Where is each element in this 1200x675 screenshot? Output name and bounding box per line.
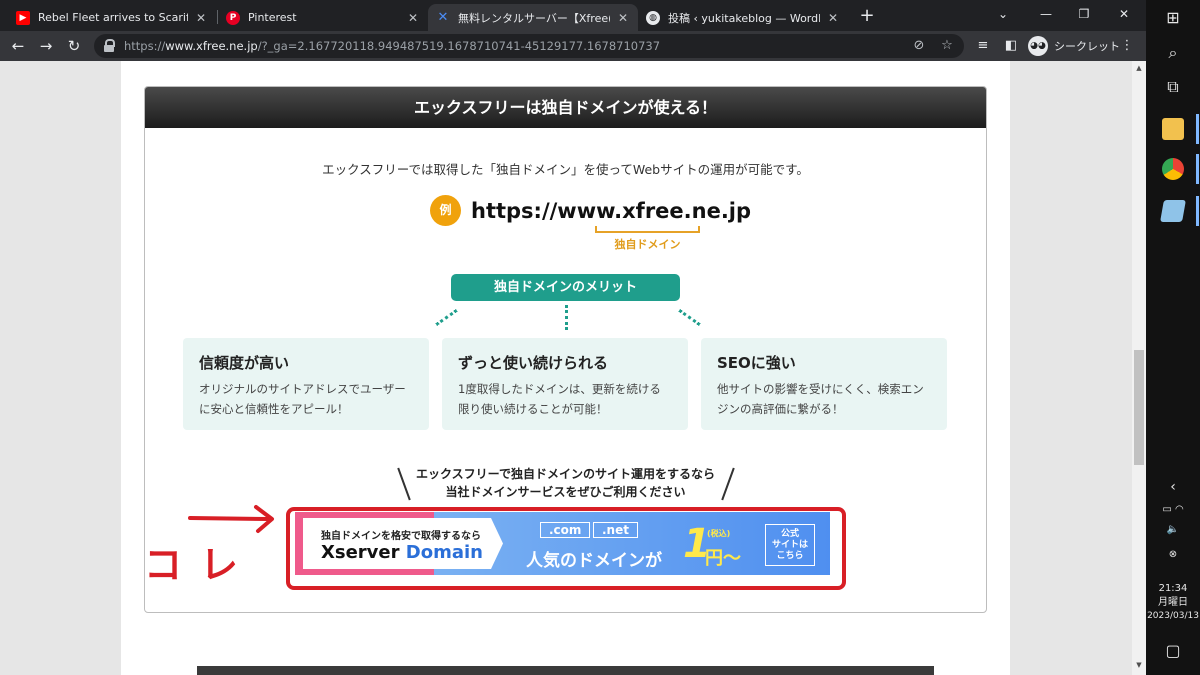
merit-heading: 独自ドメインのメリット <box>451 274 680 301</box>
restore-icon[interactable]: ❐ <box>1066 4 1102 24</box>
clock-time[interactable]: 21:34 <box>1146 582 1200 595</box>
close-icon[interactable]: ✕ <box>826 11 840 25</box>
minimize-icon[interactable]: — <box>1028 4 1064 24</box>
scroll-down-icon[interactable]: ▼ <box>1132 661 1146 669</box>
running-indicator <box>1196 154 1199 184</box>
tab-title: 無料レンタルサーバー【Xfree(エックスフリー)】 <box>458 11 610 25</box>
tab-pinterest[interactable]: P Pinterest ✕ <box>218 4 428 31</box>
example-badge: 例 <box>430 195 461 226</box>
windows-start-icon[interactable]: ⊞ <box>1146 7 1200 29</box>
incognito-label: シークレット <box>1054 40 1120 53</box>
youtube-icon: ▶ <box>16 10 30 25</box>
tab-search-icon[interactable]: ⌄ <box>985 4 1021 24</box>
reload-icon[interactable]: ↻ <box>64 36 84 56</box>
star-icon[interactable]: ☆ <box>939 38 955 54</box>
merit-card-seo: SEOに強い 他サイトの影響を受けにくく、検索エンジンの高評価に繋がる！ <box>701 338 947 430</box>
incognito-indicator[interactable]: ◕◕ シークレット <box>1028 35 1120 57</box>
close-icon[interactable]: ✕ <box>616 11 630 25</box>
tab-title: 投稿 ‹ yukitakeblog — WordPress <box>668 11 820 25</box>
lock-icon[interactable] <box>104 39 115 52</box>
domain-bracket <box>595 226 700 233</box>
reading-list-icon[interactable]: ≡ <box>974 37 992 55</box>
merit-card-longterm: ずっと使い続けられる 1度取得したドメインは、更新を続ける限り使い続けることが可… <box>442 338 688 430</box>
annotation-text: コレ <box>144 543 257 587</box>
annotation-highlight-box <box>286 507 846 590</box>
url-text[interactable]: https://www.xfree.ne.jp/?_ga=2.167720118… <box>124 39 660 53</box>
task-view-icon[interactable]: ⧉ <box>1146 76 1200 98</box>
connector-left <box>435 309 458 326</box>
running-indicator <box>1196 196 1199 226</box>
tab-youtube[interactable]: ▶ Rebel Fleet arrives to Scarif Scene ✕ <box>8 4 216 31</box>
tab-title: Pinterest <box>248 11 297 24</box>
close-icon[interactable]: ✕ <box>406 11 420 25</box>
notepad-icon[interactable] <box>1160 200 1186 222</box>
side-panel-icon[interactable]: ◧ <box>1002 37 1020 55</box>
url-scheme: https:// <box>124 39 166 53</box>
back-icon[interactable]: ← <box>8 36 28 56</box>
tab-wordpress[interactable]: ◍ 投稿 ‹ yukitakeblog — WordPress ✕ <box>638 4 848 31</box>
search-icon[interactable]: ⌕ <box>1146 42 1200 64</box>
xfree-icon: ✕ <box>437 10 449 25</box>
page-viewport: エックスフリーは独自ドメインが使える！ エックスフリーでは取得した「独自ドメイン… <box>0 61 1132 675</box>
next-section-header <box>197 666 934 675</box>
scroll-up-icon[interactable]: ▲ <box>1132 64 1146 72</box>
pinterest-icon: P <box>226 10 240 25</box>
tab-xfree[interactable]: ✕ 無料レンタルサーバー【Xfree(エックスフリー)】 ✕ <box>428 4 638 31</box>
menu-icon[interactable]: ⋮ <box>1118 37 1136 55</box>
browser-toolbar: ← → ↻ https://www.xfree.ne.jp/?_ga=2.167… <box>0 31 1146 61</box>
merit-desc: 他サイトの影響を受けにくく、検索エンジンの高評価に繋がる！ <box>717 382 924 416</box>
url-host: www.xfree.ne.jp <box>165 39 258 53</box>
notification-clear-icon[interactable]: ⊗ <box>1146 548 1200 561</box>
address-bar[interactable]: https://www.xfree.ne.jp/?_ga=2.167720118… <box>94 34 964 58</box>
merit-title: ずっと使い続けられる <box>458 354 609 372</box>
domain-label: 独自ドメイン <box>614 238 681 251</box>
close-icon[interactable]: ✕ <box>194 11 208 25</box>
tab-strip: ▶ Rebel Fleet arrives to Scarif Scene ✕ … <box>0 0 1146 31</box>
clock-date[interactable]: 2023/03/13 <box>1146 610 1200 623</box>
clock-weekday[interactable]: 月曜日 <box>1146 596 1200 609</box>
windows-taskbar: ⊞ ⌕ ⧉ ‹ ▭ ◠ 🔈 ⊗ 21:34 月曜日 2023/03/13 ▢ <box>1146 0 1200 675</box>
battery-network-icon[interactable]: ▭ ◠ <box>1146 503 1200 516</box>
page-scrollbar[interactable]: ▲ ▼ <box>1132 61 1146 675</box>
volume-icon[interactable]: 🔈 <box>1146 523 1200 536</box>
action-center-icon[interactable]: ▢ <box>1146 640 1200 662</box>
example-url: https://www.xfree.ne.jp <box>471 199 752 223</box>
show-hidden-icons-icon[interactable]: ‹ <box>1146 480 1200 494</box>
url-path: /?_ga=2.167720118.949487519.1678710741-4… <box>257 39 661 53</box>
globe-icon: ◍ <box>646 10 660 25</box>
running-indicator <box>1196 114 1199 144</box>
window-close-icon[interactable]: ✕ <box>1106 4 1142 24</box>
chrome-icon[interactable] <box>1162 158 1184 180</box>
merit-desc: 1度取得したドメインは、更新を続ける限り使い続けることが可能！ <box>458 382 661 416</box>
eye-off-icon[interactable]: ⊘ <box>911 38 927 54</box>
incognito-icon: ◕◕ <box>1028 36 1048 56</box>
tab-title: Rebel Fleet arrives to Scarif Scene <box>38 11 188 24</box>
forward-icon[interactable]: → <box>36 36 56 56</box>
connector-center <box>565 305 568 330</box>
connector-right <box>678 309 701 326</box>
file-explorer-icon[interactable] <box>1162 118 1184 140</box>
merit-title: SEOに強い <box>717 354 796 372</box>
scroll-thumb[interactable] <box>1134 350 1144 465</box>
new-tab-button[interactable]: + <box>857 6 877 26</box>
